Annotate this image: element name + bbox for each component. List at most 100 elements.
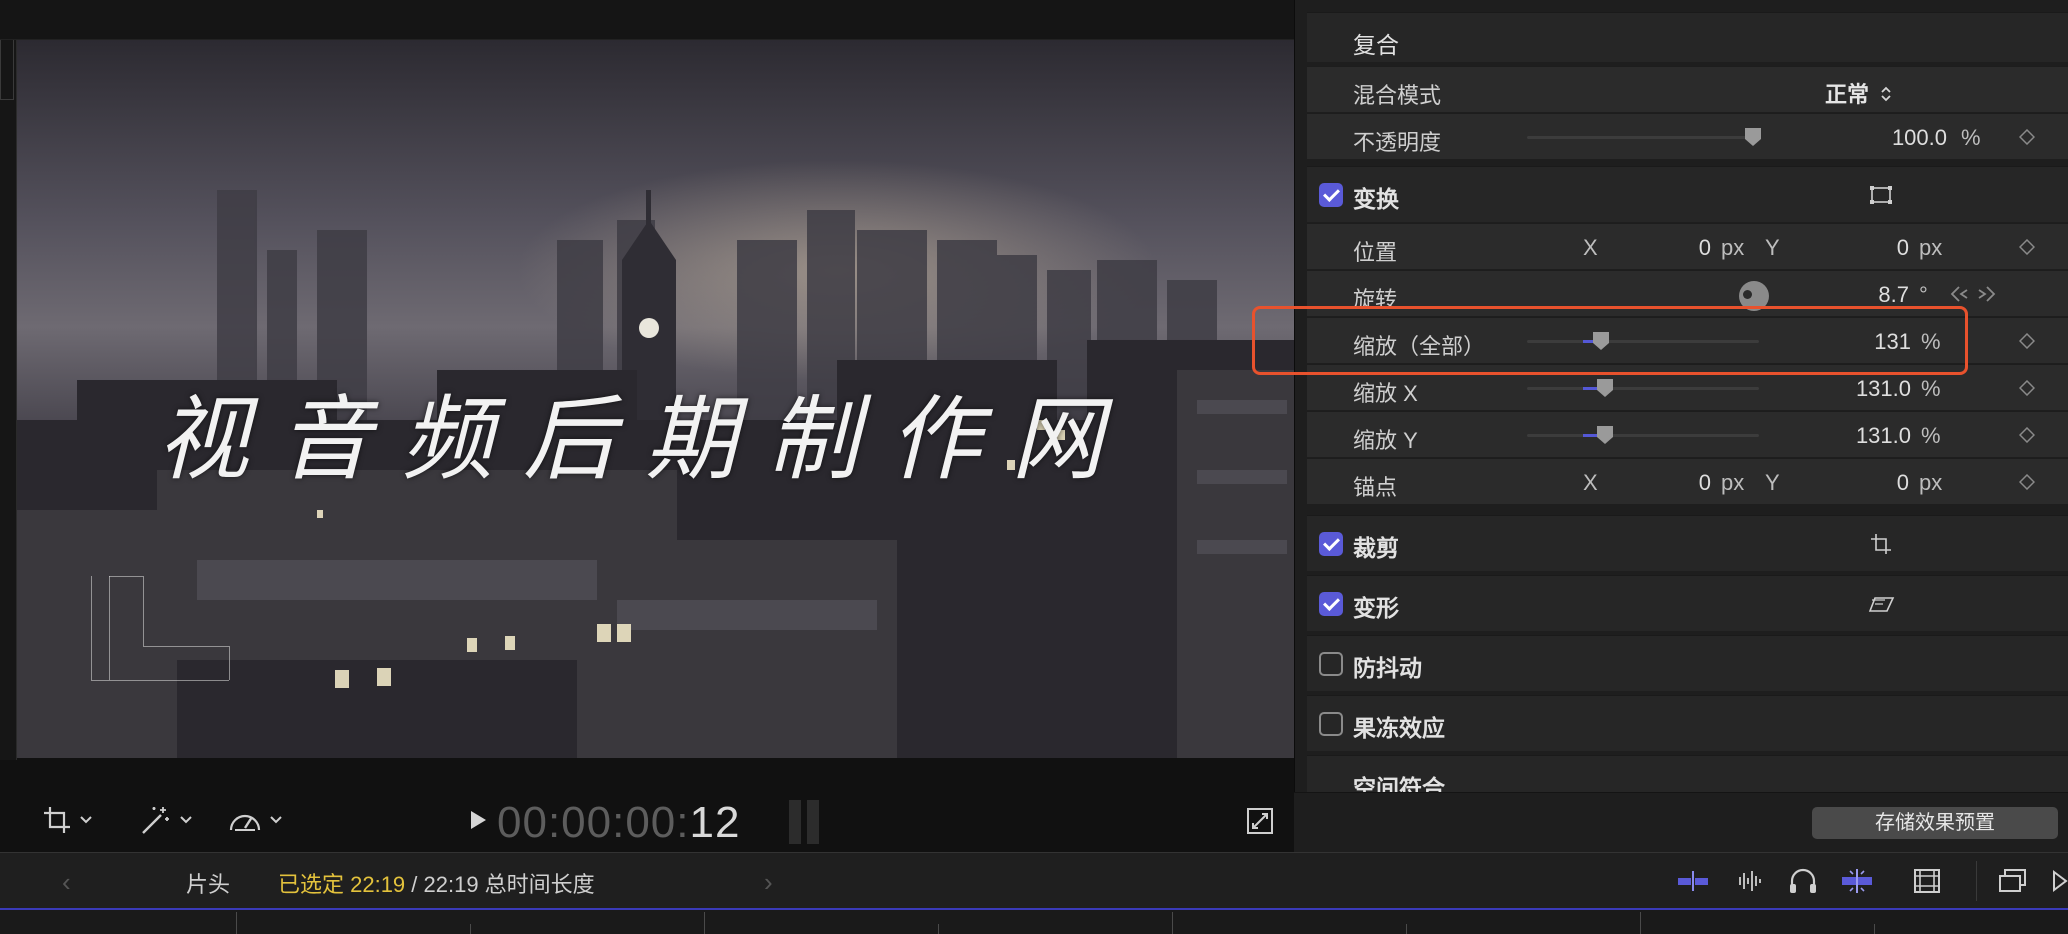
transform-checkbox[interactable] xyxy=(1319,183,1343,207)
slider-knob-icon xyxy=(1597,426,1613,444)
next-project-button[interactable]: › xyxy=(764,867,773,898)
scale-y-slider[interactable] xyxy=(1527,426,1759,444)
rolling-shutter-section-header[interactable]: 果冻效应 xyxy=(1307,695,2068,751)
distort-checkbox[interactable] xyxy=(1319,592,1343,616)
scale-x-value[interactable]: 131.0 xyxy=(1856,376,1911,402)
audio-meters[interactable] xyxy=(789,800,829,844)
anchor-y-axis: Y xyxy=(1765,470,1780,495)
updown-chevron-icon xyxy=(1881,86,1891,102)
retime-tool-button[interactable] xyxy=(227,802,283,838)
crop-onscreen-icon[interactable] xyxy=(1867,530,1895,558)
anchor-x-value[interactable]: 0 xyxy=(1699,470,1711,496)
opacity-slider[interactable] xyxy=(1527,128,1761,146)
blend-mode-label: 混合模式 xyxy=(1353,83,1442,108)
opacity-unit: % xyxy=(1961,125,1981,150)
rotation-label: 旋转 xyxy=(1353,287,1398,312)
timeline-ruler[interactable] xyxy=(0,908,2068,934)
left-panel-edge-frame xyxy=(0,40,14,100)
chevron-down-icon xyxy=(180,816,192,824)
scale-x-unit: % xyxy=(1921,376,1941,401)
blend-mode-popup[interactable]: 正常 xyxy=(1825,77,1893,109)
scale-y-label: 缩放 Y xyxy=(1353,428,1418,453)
slider-knob-icon xyxy=(1593,332,1609,350)
filmstrip-icon[interactable] xyxy=(1910,867,1944,895)
position-y-value[interactable]: 0 xyxy=(1897,235,1909,261)
position-y-unit: px xyxy=(1919,235,1943,260)
snapping-icon[interactable] xyxy=(1840,867,1874,895)
scale-all-slider[interactable] xyxy=(1527,332,1759,350)
windows-icon[interactable] xyxy=(1996,867,2030,895)
enhance-tool-button[interactable] xyxy=(139,802,193,838)
anchor-row: 锚点 X 0 px Y 0 px xyxy=(1307,458,2068,504)
keyframe-diamond-icon[interactable] xyxy=(2019,129,2035,145)
scale-all-value[interactable]: 131 xyxy=(1874,329,1911,355)
rotation-unit: ° xyxy=(1919,282,1928,307)
viewer: 视音频后期制作网 00:00:00:12 xyxy=(0,0,1294,852)
keyframe-diamond-icon[interactable] xyxy=(2019,380,2035,396)
rolling-shutter-checkbox[interactable] xyxy=(1319,712,1343,736)
magic-wand-icon xyxy=(142,807,169,834)
compound-title: 复合 xyxy=(1353,32,1399,58)
crop-tool-button[interactable] xyxy=(41,802,93,838)
headphones-icon[interactable] xyxy=(1786,867,1820,895)
play-button[interactable] xyxy=(463,802,493,838)
title-overlay-text: 视音频后期制作网 xyxy=(157,386,1134,493)
viewer-top-strip xyxy=(0,0,1294,40)
timeline-header: ‹ 片头 已选定 22:19 / 22:19 总时间长度 › xyxy=(0,852,2068,908)
scale-y-unit: % xyxy=(1921,423,1941,448)
left-panel-edge xyxy=(0,40,17,760)
audio-waveform-icon[interactable] xyxy=(1732,867,1766,895)
anchor-label: 锚点 xyxy=(1353,475,1398,500)
keyframe-diamond-icon[interactable] xyxy=(2019,239,2035,255)
anchor-y-unit: px xyxy=(1919,470,1943,495)
scale-x-label: 缩放 X xyxy=(1353,381,1418,406)
anchor-y-value[interactable]: 0 xyxy=(1897,470,1909,496)
stabilization-section-header[interactable]: 防抖动 xyxy=(1307,635,2068,691)
clip-appearance-icon[interactable] xyxy=(1676,867,1710,895)
slider-knob-icon xyxy=(1745,128,1761,146)
rotation-value[interactable]: 8.7 xyxy=(1878,282,1909,308)
timecode-frames: 12 xyxy=(689,798,741,847)
rotation-row: 旋转 8.7 ° xyxy=(1307,270,2068,316)
transform-onscreen-handle[interactable] xyxy=(91,576,231,716)
spatial-conform-section-header[interactable]: 空间符合 xyxy=(1307,755,2068,792)
opacity-value[interactable]: 100.0 xyxy=(1892,125,1947,151)
crop-title: 裁剪 xyxy=(1353,535,1399,561)
scale-x-row: 缩放 X 131.0 % xyxy=(1307,364,2068,410)
stabilization-checkbox[interactable] xyxy=(1319,652,1343,676)
save-effects-preset-button[interactable]: 存储效果预置 xyxy=(1812,807,2058,839)
fullscreen-button[interactable] xyxy=(1245,806,1275,836)
compound-section-header[interactable]: 复合 xyxy=(1307,12,2068,62)
scale-y-row: 缩放 Y 131.0 % xyxy=(1307,411,2068,457)
keyframe-diamond-icon[interactable] xyxy=(2019,427,2035,443)
scale-x-slider[interactable] xyxy=(1527,379,1759,397)
speedometer-icon xyxy=(229,814,261,831)
keyframe-diamond-icon[interactable] xyxy=(2019,474,2035,490)
toolbar-separator xyxy=(1976,861,1977,901)
opacity-row: 不透明度 100.0 % xyxy=(1307,113,2068,159)
fullscreen-icon xyxy=(1247,808,1273,834)
rotation-dial[interactable] xyxy=(1739,281,1769,311)
video-frame: 视音频后期制作网 xyxy=(17,40,1294,758)
previous-project-button[interactable]: ‹ xyxy=(62,867,71,898)
distort-section-header[interactable]: 变形 xyxy=(1307,575,2068,631)
transform-section-header[interactable]: 变换 xyxy=(1307,166,2068,222)
distort-onscreen-icon[interactable] xyxy=(1867,590,1895,618)
total-duration: / 22:19 总时间长度 xyxy=(405,872,595,897)
crop-checkbox[interactable] xyxy=(1319,532,1343,556)
transform-onscreen-icon[interactable] xyxy=(1867,181,1895,209)
keyframe-nav-arrows-icon[interactable] xyxy=(1947,283,1999,305)
blend-mode-row: 混合模式 正常 xyxy=(1307,66,2068,112)
play-arrow-icon[interactable] xyxy=(2050,867,2068,895)
chevron-down-icon xyxy=(80,816,92,824)
scale-all-row: 缩放（全部） 131 % xyxy=(1307,317,2068,363)
timecode-display[interactable]: 00:00:00:12 xyxy=(497,798,740,848)
transform-title: 变换 xyxy=(1353,186,1399,212)
project-name: 片头 xyxy=(186,872,231,897)
blend-mode-value: 正常 xyxy=(1825,82,1870,107)
position-x-value[interactable]: 0 xyxy=(1699,235,1711,261)
scale-y-value[interactable]: 131.0 xyxy=(1856,423,1911,449)
keyframe-diamond-icon[interactable] xyxy=(2019,333,2035,349)
viewer-toolbar: 00:00:00:12 xyxy=(17,792,1294,848)
crop-section-header[interactable]: 裁剪 xyxy=(1307,515,2068,571)
